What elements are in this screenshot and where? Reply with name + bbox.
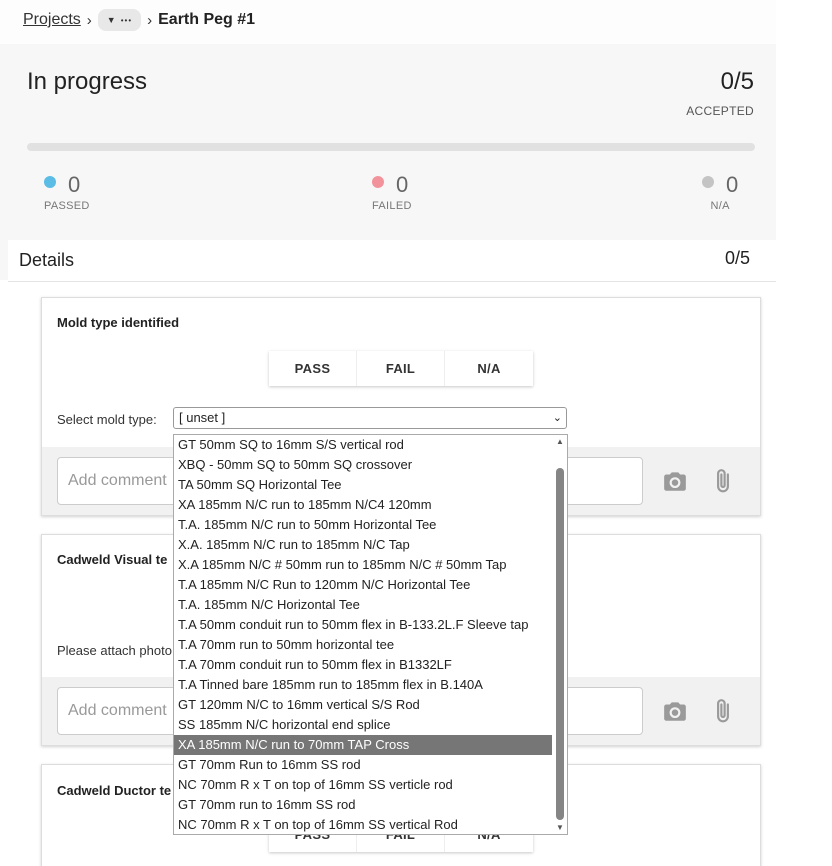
failed-stat: 0 FAILED (372, 172, 412, 212)
scroll-up-icon[interactable]: ▲ (556, 437, 564, 446)
dropdown-option[interactable]: NC 70mm R x T on top of 16mm SS vertical… (174, 815, 552, 834)
card-title: Cadweld Ductor te (57, 783, 172, 798)
camera-icon[interactable] (662, 468, 688, 494)
fail-button[interactable]: FAIL (357, 351, 445, 386)
failed-label: FAILED (372, 200, 412, 212)
dropdown-option[interactable]: GT 120mm N/C to 16mm vertical S/S Rod (174, 695, 552, 715)
scrollbar-thumb[interactable] (556, 468, 564, 820)
passed-dot-icon (44, 176, 56, 188)
failed-dot-icon (372, 176, 384, 188)
dropdown-option[interactable]: NC 70mm R x T on top of 16mm SS verticle… (174, 775, 552, 795)
dropdown-option[interactable]: T.A Tinned bare 185mm run to 185mm flex … (174, 675, 552, 695)
breadcrumb-current: Earth Peg #1 (158, 11, 256, 28)
attach-photo-label: Please attach photo (57, 643, 172, 658)
status-title: In progress (27, 68, 148, 95)
na-button[interactable]: N/A (445, 351, 533, 386)
mold-type-dropdown-list[interactable]: ▲ ▼ GT 50mm SQ to 16mm S/S vertical rod X… (173, 434, 568, 835)
dropdown-option[interactable]: XBQ - 50mm SQ to 50mm SQ crossover (174, 455, 552, 475)
pass-button[interactable]: PASS (269, 351, 357, 386)
dropdown-option[interactable]: T.A. 185mm N/C Horizontal Tee (174, 595, 552, 615)
dropdown-option[interactable]: GT 50mm SQ to 16mm S/S vertical rod (174, 435, 552, 455)
dropdown-option[interactable]: GT 70mm Run to 16mm SS rod (174, 755, 552, 775)
na-stat: 0 N/A (702, 172, 738, 212)
breadcrumb: Projects › ▼ ••• › Earth Peg #1 (23, 9, 255, 31)
chevron-right-icon: › (147, 11, 153, 29)
dropdown-option[interactable]: T.A 70mm conduit run to 50mm flex in B13… (174, 655, 552, 675)
card-title: Mold type identified (57, 315, 180, 330)
dropdown-option[interactable]: GT 70mm run to 16mm SS rod (174, 795, 552, 815)
dropdown-scrollbar[interactable]: ▲ ▼ (553, 435, 567, 834)
dropdown-option[interactable]: TA 50mm SQ Horizontal Tee (174, 475, 552, 495)
na-label: N/A (710, 200, 730, 212)
na-count: 0 (726, 172, 739, 197)
details-header: Details 0/5 (8, 240, 776, 282)
result-button-group: PASS FAIL N/A (269, 351, 533, 386)
na-dot-icon (702, 176, 714, 188)
breadcrumb-bar: Projects › ▼ ••• › Earth Peg #1 (0, 0, 776, 44)
dropdown-option[interactable]: XA 185mm N/C run to 185mm N/C4 120mm (174, 495, 552, 515)
mold-type-select[interactable]: [ unset ] ⌄ (173, 407, 567, 429)
dropdown-option[interactable]: T.A 50mm conduit run to 50mm flex in B-1… (174, 615, 552, 635)
breadcrumb-projects-link[interactable]: Projects (23, 11, 81, 29)
progress-bar (27, 143, 755, 151)
chevron-right-icon: › (86, 11, 92, 29)
accepted-label: ACCEPTED (686, 104, 754, 118)
paperclip-icon[interactable] (710, 698, 736, 724)
dropdown-option[interactable]: X.A. 185mm N/C run to 185mm N/C Tap (174, 535, 552, 555)
mold-type-label: Select mold type: (57, 412, 157, 427)
dropdown-option[interactable]: T.A. 185mm N/C run to 50mm Horizontal Te… (174, 515, 552, 535)
scroll-down-icon[interactable]: ▼ (556, 823, 564, 832)
dropdown-option[interactable]: X.A 185mm N/C # 50mm run to 185mm N/C # … (174, 555, 552, 575)
breadcrumb-collapsed-menu[interactable]: ▼ ••• (97, 9, 142, 31)
dropdown-option[interactable]: T.A 185mm N/C Run to 120mm N/C Horizonta… (174, 575, 552, 595)
details-count: 0/5 (724, 248, 750, 268)
chevron-down-icon: ⌄ (552, 412, 562, 424)
dropdown-option[interactable]: SS 185mm N/C horizontal end splice (174, 715, 552, 735)
caret-down-icon: ▼ (106, 15, 116, 25)
mold-type-select-value: [ unset ] (179, 410, 226, 425)
passed-count: 0 (68, 172, 81, 197)
camera-icon[interactable] (662, 698, 688, 724)
accepted-count: 0/5 (720, 68, 754, 95)
dropdown-option[interactable]: T.A 70mm run to 50mm horizontal tee (174, 635, 552, 655)
passed-label: PASSED (44, 200, 90, 212)
details-title: Details (19, 250, 75, 270)
ellipsis-icon: ••• (120, 15, 133, 25)
paperclip-icon[interactable] (710, 468, 736, 494)
card-title: Cadweld Visual te (57, 552, 168, 567)
dropdown-option[interactable]: XA 185mm N/C run to 70mm TAP Cross (174, 735, 552, 755)
failed-count: 0 (396, 172, 409, 197)
passed-stat: 0 PASSED (44, 172, 90, 212)
